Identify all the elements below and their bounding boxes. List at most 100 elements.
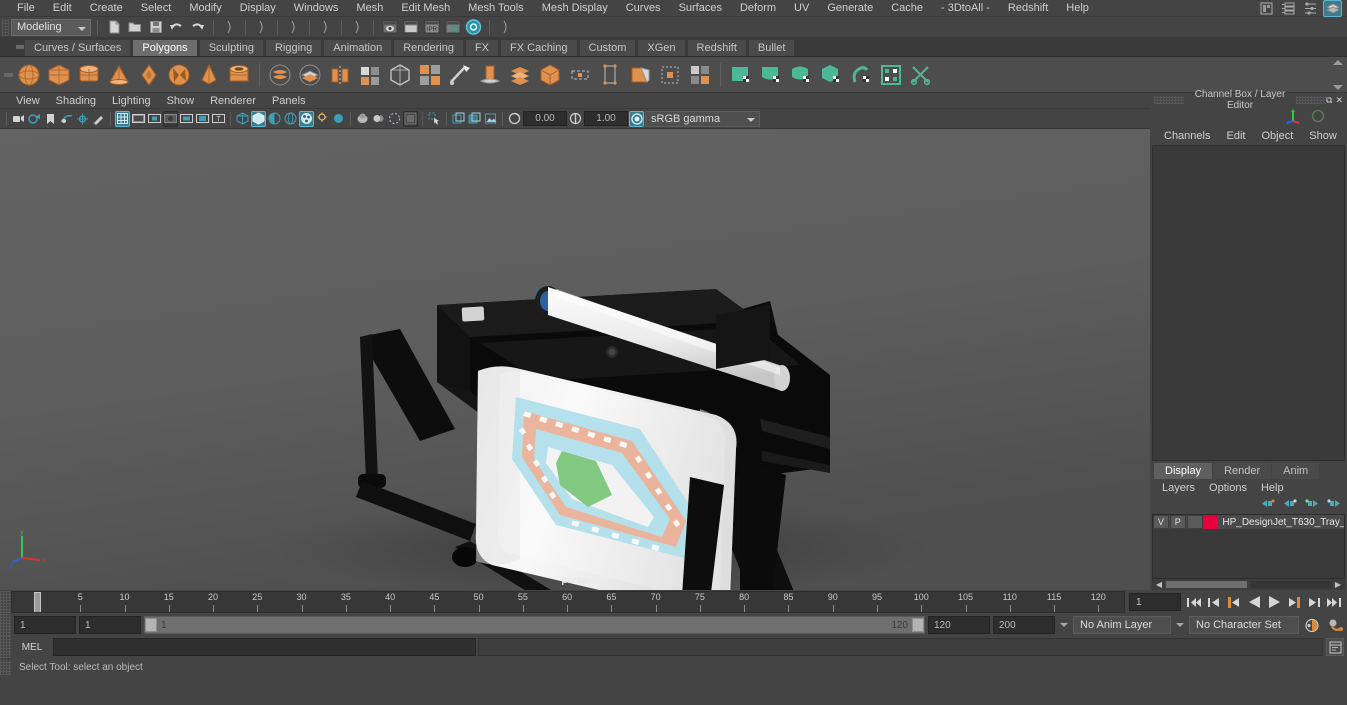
panel-menu-renderer[interactable]: Renderer xyxy=(202,93,264,109)
channel-box-list[interactable] xyxy=(1152,145,1345,461)
command-language-label[interactable]: MEL xyxy=(11,642,53,653)
status-line-grip[interactable] xyxy=(2,18,9,36)
image-plane-icon[interactable] xyxy=(59,111,74,127)
menu-uv[interactable]: UV xyxy=(785,0,818,17)
shelf-tab-bullet[interactable]: Bullet xyxy=(747,39,796,56)
go-to-end-icon[interactable] xyxy=(1325,592,1343,612)
xray-joints-icon[interactable] xyxy=(387,111,402,127)
separate-icon[interactable] xyxy=(295,59,325,91)
layer-move-up-fast-icon[interactable] xyxy=(1261,498,1275,512)
panel-menu-view[interactable]: View xyxy=(8,93,48,109)
play-forwards-icon[interactable] xyxy=(1265,592,1283,612)
go-to-start-icon[interactable] xyxy=(1185,592,1203,612)
modeling-toolkit-icon[interactable] xyxy=(1257,0,1276,17)
menu-mesh[interactable]: Mesh xyxy=(347,0,392,17)
panel-menu-panels[interactable]: Panels xyxy=(264,93,314,109)
shelf-tab-sculpting[interactable]: Sculpting xyxy=(198,39,264,56)
current-frame-field[interactable]: 1 xyxy=(1129,593,1181,611)
channelbox-menu-edit[interactable]: Edit xyxy=(1218,127,1253,145)
shelf-tab-rigging[interactable]: Rigging xyxy=(264,39,323,56)
menu-modify[interactable]: Modify xyxy=(180,0,230,17)
menu-3dtoall[interactable]: - 3DtoAll - xyxy=(932,0,999,17)
channelbox-menu-show[interactable]: Show xyxy=(1301,127,1345,145)
time-slider-grip[interactable] xyxy=(0,591,11,613)
shelf-tab-fx-caching[interactable]: FX Caching xyxy=(500,39,578,56)
poly-cone-icon[interactable] xyxy=(104,59,134,91)
animation-start-time-field[interactable]: 1 xyxy=(14,616,76,634)
render-view-icon[interactable] xyxy=(464,19,483,36)
menu-edit-mesh[interactable]: Edit Mesh xyxy=(392,0,459,17)
range-start-handle[interactable] xyxy=(145,618,157,632)
layer-playback-toggle[interactable]: P xyxy=(1169,515,1186,529)
field-chart-icon[interactable] xyxy=(179,111,194,127)
scrollbar-thumb[interactable] xyxy=(1166,581,1247,588)
motion-blur-icon[interactable] xyxy=(331,111,346,127)
snap-point-icon[interactable] xyxy=(496,19,515,36)
menu-set-selector[interactable]: Modeling xyxy=(11,18,91,36)
xray-icon[interactable] xyxy=(371,111,386,127)
viewport-snapshot-icon[interactable] xyxy=(467,111,482,127)
playback-start-time-field[interactable]: 1 xyxy=(79,616,141,634)
uv-plane-icon[interactable] xyxy=(726,59,756,91)
combine-icon[interactable] xyxy=(265,59,295,91)
select-objects-icon[interactable] xyxy=(427,111,442,127)
gate-mask-icon[interactable] xyxy=(163,110,178,127)
new-scene-icon[interactable] xyxy=(104,19,123,36)
view-transform-icon[interactable] xyxy=(629,110,644,127)
safe-action-icon[interactable] xyxy=(195,111,210,127)
select-camera-icon[interactable] xyxy=(11,111,26,127)
poly-pipe-icon[interactable] xyxy=(224,59,254,91)
grid-toggle-icon[interactable] xyxy=(115,110,130,127)
bookmark-icon[interactable] xyxy=(43,111,58,127)
menu-help[interactable]: Help xyxy=(1057,0,1098,17)
menu-file[interactable]: File xyxy=(8,0,44,17)
smooth-icon[interactable] xyxy=(385,59,415,91)
menu-edit[interactable]: Edit xyxy=(44,0,81,17)
character-set-dropdown-icon[interactable] xyxy=(1176,623,1184,627)
safe-title-icon[interactable]: T xyxy=(211,111,226,127)
menu-redshift[interactable]: Redshift xyxy=(999,0,1057,17)
poly-prism-icon[interactable] xyxy=(164,59,194,91)
layer-list-horizontal-scrollbar[interactable]: ◀ ▶ xyxy=(1152,579,1345,590)
isolate-select-icon[interactable] xyxy=(355,111,370,127)
menu-windows[interactable]: Windows xyxy=(285,0,348,17)
scroll-left-icon[interactable]: ◀ xyxy=(1154,580,1164,589)
target-weld-icon[interactable] xyxy=(595,59,625,91)
booleans-icon[interactable] xyxy=(325,59,355,91)
command-input-field[interactable] xyxy=(53,638,476,656)
character-set-selector[interactable]: No Character Set xyxy=(1189,616,1299,634)
auto-keyframe-icon[interactable] xyxy=(1302,618,1322,633)
poly-cylinder-icon[interactable] xyxy=(74,59,104,91)
gpu-cache-icon[interactable] xyxy=(451,111,466,127)
table-row[interactable]: V P HP_DesignJet_T630_Tray_ xyxy=(1153,515,1344,530)
time-slider-cursor[interactable] xyxy=(34,592,41,612)
crease-icon[interactable] xyxy=(685,59,715,91)
tab-anim[interactable]: Anim xyxy=(1272,463,1320,479)
step-forward-frame-icon[interactable] xyxy=(1305,592,1323,612)
layer-menu-layers[interactable]: Layers xyxy=(1155,482,1202,494)
tab-display[interactable]: Display xyxy=(1154,463,1213,479)
merge-icon[interactable] xyxy=(505,59,535,91)
smooth-shade-icon[interactable] xyxy=(251,110,266,127)
gamma-icon[interactable] xyxy=(568,111,583,127)
gamma-value[interactable]: 1.00 xyxy=(584,111,628,126)
poly-cube-icon[interactable] xyxy=(44,59,74,91)
bridge-icon[interactable] xyxy=(475,59,505,91)
panel-drag-handle-right[interactable] xyxy=(1296,96,1327,104)
exposure-value[interactable]: 0.00 xyxy=(523,111,567,126)
layer-move-down-fast-icon[interactable] xyxy=(1327,498,1341,512)
viewport-image-icon[interactable] xyxy=(483,111,498,127)
menu-generate[interactable]: Generate xyxy=(818,0,882,17)
extrude-icon[interactable] xyxy=(415,59,445,91)
shelf-tab-curves-surfaces[interactable]: Curves / Surfaces xyxy=(24,39,132,56)
shelf-tab-rendering[interactable]: Rendering xyxy=(393,39,464,56)
menu-display[interactable]: Display xyxy=(231,0,285,17)
select-by-hierarchy-icon[interactable] xyxy=(220,19,239,36)
anim-layer-selector[interactable]: No Anim Layer xyxy=(1073,616,1171,634)
uv-editor-icon[interactable] xyxy=(876,59,906,91)
uv-cylindrical-icon[interactable] xyxy=(756,59,786,91)
ipr-render-icon[interactable] xyxy=(401,19,420,36)
shelf-grip[interactable] xyxy=(2,58,14,92)
resolution-gate-icon[interactable] xyxy=(147,111,162,127)
bevel-icon[interactable] xyxy=(445,59,475,91)
